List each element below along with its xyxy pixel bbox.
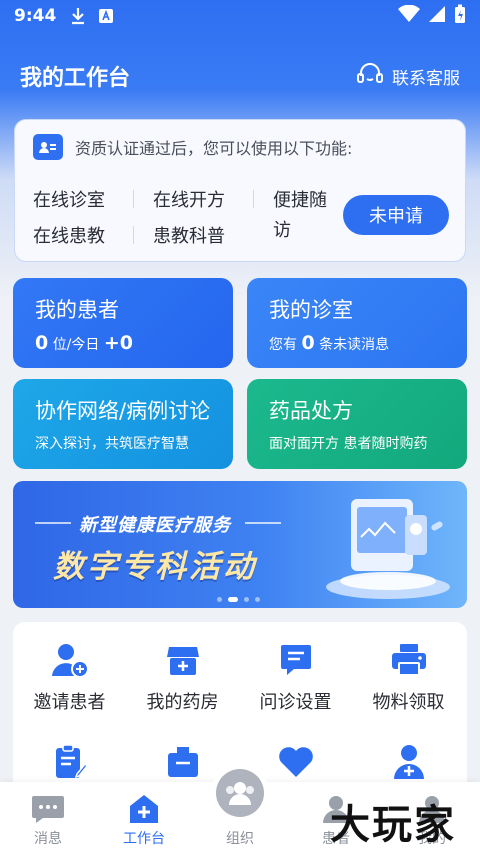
tool-label: 邀请患者	[33, 692, 106, 713]
box-icon	[163, 742, 203, 782]
unread-suffix: 条未读消息	[319, 337, 390, 353]
tab-label: 组织	[226, 831, 254, 847]
tab-label: 消息	[34, 831, 62, 847]
tab-messages[interactable]: 消息	[0, 782, 96, 853]
carousel-dots	[217, 597, 260, 602]
carousel-dot[interactable]	[255, 597, 260, 602]
carousel-dot-active[interactable]	[228, 597, 238, 602]
divider	[133, 190, 134, 208]
carousel-dot[interactable]	[244, 597, 249, 602]
printer-icon	[389, 640, 429, 680]
tab-workbench[interactable]: 工作台	[96, 782, 192, 853]
status-bar: 9:44	[0, 0, 480, 32]
status-time: 9:44	[14, 6, 57, 26]
tool-clipboard-button[interactable]	[13, 742, 126, 782]
drug-prescription-card[interactable]: 药品处方 面对面开方 患者随时购药	[247, 379, 467, 469]
divider	[253, 190, 254, 208]
clipboard-edit-icon	[50, 742, 90, 782]
add-user-icon	[50, 640, 90, 680]
today-new-count: +0	[103, 332, 133, 354]
contact-service-button[interactable]: 联系客服	[356, 62, 460, 91]
tool-label: 我的药房	[146, 692, 219, 713]
feature-science-education: 患教科普	[153, 226, 225, 247]
material-claim-button[interactable]: 物料领取	[352, 640, 465, 714]
pharmacy-store-icon	[163, 640, 203, 680]
decorative-line	[245, 522, 281, 524]
feature-patient-education: 在线患教	[33, 226, 105, 247]
feature-follow-up-cont: 访	[273, 220, 291, 241]
app-header: 我的工作台 联系客服	[0, 52, 480, 100]
watermark: 大玩家	[330, 802, 456, 848]
message-icon	[0, 782, 96, 824]
card-title: 药品处方	[269, 399, 353, 423]
feature-follow-up: 便捷随	[273, 190, 327, 211]
headset-icon	[356, 62, 384, 91]
contact-service-label: 联系客服	[392, 68, 460, 89]
tool-doctor-button[interactable]	[352, 742, 465, 782]
page-title: 我的工作台	[20, 66, 131, 91]
doctor-icon	[389, 742, 429, 782]
card-subtitle: 面对面开方 患者随时购药	[269, 436, 428, 452]
promo-banner[interactable]: 新型健康医疗服务 数字专科活动	[13, 481, 467, 608]
card-title: 我的患者	[35, 298, 119, 322]
card-title: 我的诊室	[269, 298, 353, 322]
download-icon	[70, 7, 86, 25]
collaboration-card[interactable]: 协作网络/病例讨论 深入探讨，共筑医疗智慧	[13, 379, 233, 469]
invite-patient-button[interactable]: 邀请患者	[13, 640, 126, 714]
notice-text: 资质认证通过后，您可以使用以下功能:	[75, 139, 353, 158]
banner-subtitle: 新型健康医疗服务	[79, 515, 231, 536]
tab-label: 工作台	[123, 831, 165, 847]
medical-device-illustration	[326, 499, 450, 599]
banner-title: 数字专科活动	[53, 549, 257, 585]
my-clinic-card[interactable]: 我的诊室 您有 0 条未读消息	[247, 278, 467, 368]
decorative-line	[35, 522, 71, 524]
qualification-notice: 资质认证通过后，您可以使用以下功能: 在线诊室 在线开方 便捷随 访 在线患教 …	[14, 119, 466, 262]
feature-online-prescription: 在线开方	[153, 190, 225, 211]
apply-status-button[interactable]: 未申请	[343, 195, 449, 235]
my-patients-card[interactable]: 我的患者 0 位/今日 +0	[13, 278, 233, 368]
wifi-icon	[398, 4, 420, 28]
battery-icon	[454, 4, 466, 29]
card-subtitle: 深入探讨，共筑医疗智慧	[35, 436, 189, 452]
organization-center-button[interactable]	[211, 764, 269, 822]
workbench-icon	[96, 782, 192, 824]
carousel-dot[interactable]	[217, 597, 222, 602]
organization-icon	[216, 769, 264, 817]
id-card-icon	[33, 134, 63, 160]
patient-count: 0	[35, 332, 49, 354]
patient-count-unit: 位/今日	[52, 337, 100, 353]
my-pharmacy-button[interactable]: 我的药房	[126, 640, 239, 714]
divider	[133, 226, 134, 244]
unread-prefix: 您有	[269, 337, 297, 353]
tool-label: 问诊设置	[259, 692, 332, 713]
app-notification-icon	[98, 8, 114, 24]
heart-icon	[276, 742, 316, 782]
feature-online-clinic: 在线诊室	[33, 190, 105, 211]
card-title: 协作网络/病例讨论	[35, 399, 211, 423]
signal-icon	[428, 5, 446, 28]
unread-count: 0	[301, 332, 315, 354]
tool-label: 物料领取	[372, 692, 445, 713]
consult-settings-button[interactable]: 问诊设置	[239, 640, 352, 714]
consult-settings-icon	[276, 640, 316, 680]
